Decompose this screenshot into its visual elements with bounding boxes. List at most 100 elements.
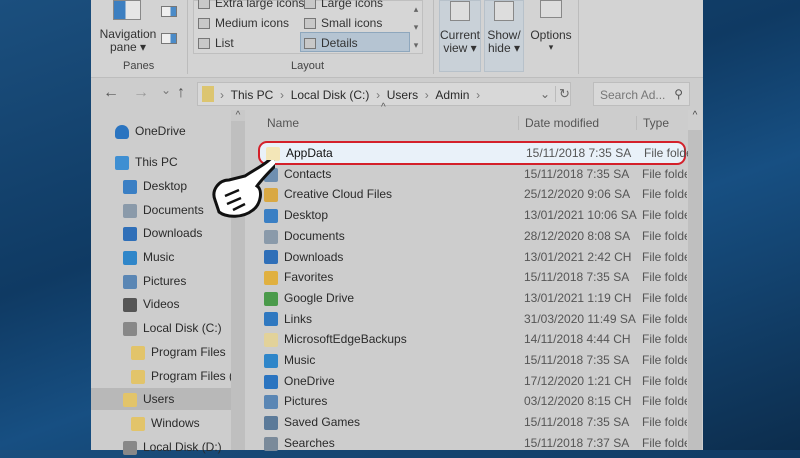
- folder-icon: [264, 436, 278, 451]
- crumb-users[interactable]: Users: [387, 88, 418, 102]
- preview-pane-icon[interactable]: [161, 6, 177, 17]
- file-row[interactable]: Saved Games 15/11/2018 7:35 SA File folder: [258, 412, 687, 432]
- file-date: 31/03/2020 11:49 SA: [524, 311, 636, 326]
- nav-item-program-files[interactable]: Program Files: [131, 341, 226, 363]
- file-date: 28/12/2020 8:08 SA: [524, 228, 631, 243]
- folder-icon: [131, 416, 145, 431]
- address-dropdown[interactable]: ⌄: [540, 87, 550, 101]
- layout-details[interactable]: Details: [304, 36, 358, 50]
- file-name: Links: [264, 309, 312, 329]
- details-pane-icon[interactable]: [161, 33, 177, 44]
- file-row[interactable]: Downloads 13/01/2021 2:42 CH File folder: [258, 247, 687, 267]
- nav-item-documents[interactable]: Documents: [123, 199, 204, 221]
- breadcrumb: › This PC › Local Disk (C:) › Users › Ad…: [220, 88, 481, 102]
- file-name: Google Drive: [264, 288, 354, 308]
- options-button[interactable]: Options ▾: [527, 0, 575, 72]
- file-name: AppData: [266, 143, 333, 163]
- crumb-this-pc[interactable]: This PC: [231, 88, 274, 102]
- crumb-admin[interactable]: Admin: [435, 88, 469, 102]
- ribbon-view: Navigation pane ▾ Panes Extra large icon…: [91, 0, 703, 78]
- nav-item-videos[interactable]: Videos: [123, 293, 179, 315]
- file-row[interactable]: Desktop13/01/2021 10:06 SAFile folder: [258, 205, 687, 225]
- file-type: File folder: [642, 187, 687, 202]
- nav-item-program-files[interactable]: Program Files (: [131, 365, 233, 387]
- file-row[interactable]: Google Drive 13/01/2021 1:19 CH File folde…: [258, 288, 687, 308]
- column-header-date-modified[interactable]: Date modified: [518, 116, 599, 130]
- layout-small-icons[interactable]: Small icons: [304, 16, 382, 30]
- file-name: Pictures: [264, 391, 327, 411]
- file-type: File folder: [642, 249, 687, 264]
- drive-icon: [123, 440, 137, 455]
- search-input[interactable]: Search Ad... ⚲: [593, 82, 690, 106]
- nav-item-label: Local Disk (D:): [143, 440, 222, 454]
- folder-icon: [264, 291, 278, 306]
- nav-item-local-disk-d[interactable]: Local Disk (D:): [123, 436, 222, 458]
- file-name: Creative Cloud Files: [264, 184, 392, 204]
- file-type: File folder: [642, 394, 687, 409]
- file-name: Documents: [264, 226, 345, 246]
- file-row[interactable]: Music 15/11/2018 7:35 SA File folder: [258, 350, 687, 370]
- nav-item-this-pc[interactable]: This PC: [115, 151, 178, 173]
- file-row[interactable]: Documents 28/12/2020 8:08 SA File folder: [258, 226, 687, 246]
- nav-item-pictures[interactable]: Pictures: [123, 270, 186, 292]
- show-hide-button[interactable]: Show/ hide ▾: [484, 0, 524, 72]
- file-row-appdata-highlighted[interactable]: AppData 15/11/2018 7:35 SA File folder: [258, 141, 689, 165]
- column-header-type[interactable]: Type: [636, 116, 669, 130]
- sort-by-icon: [450, 1, 470, 21]
- file-row[interactable]: Contacts15/11/2018 7:35 SAFile folder: [258, 164, 687, 184]
- file-date: 13/01/2021 2:42 CH: [524, 249, 632, 264]
- file-type: File folder: [642, 290, 687, 305]
- file-name: Music: [264, 350, 315, 370]
- videos-icon: [123, 297, 137, 312]
- show-hide-icon: [494, 1, 514, 21]
- folder-icon: [264, 395, 278, 410]
- nav-item-onedrive[interactable]: OneDrive: [115, 120, 186, 142]
- file-date: 15/11/2018 7:35 SA: [524, 415, 630, 430]
- file-name: Saved Games: [264, 412, 360, 432]
- file-date: 15/11/2018 7:35 SA: [524, 270, 630, 285]
- current-view-button[interactable]: Current view ▾: [439, 0, 481, 72]
- navigation-pane-icon: [113, 0, 141, 20]
- nav-item-users[interactable]: Users: [91, 388, 231, 410]
- nav-item-downloads[interactable]: Downloads: [123, 222, 202, 244]
- file-date: 14/11/2018 4:44 CH: [524, 332, 631, 347]
- nav-item-label: This PC: [135, 155, 178, 169]
- nav-item-local-disk-c[interactable]: Local Disk (C:): [123, 317, 222, 339]
- file-row[interactable]: Links 31/03/2020 11:49 SA File folder: [258, 309, 687, 329]
- file-type: File folder: [642, 208, 687, 223]
- layout-large-icons[interactable]: Large icons: [304, 0, 383, 10]
- file-row[interactable]: OneDrive 17/12/2020 1:21 CH File folder: [258, 371, 687, 391]
- layout-list[interactable]: List: [198, 36, 234, 50]
- file-explorer-window: Navigation pane ▾ Panes Extra large icon…: [91, 0, 703, 455]
- file-list-scrollbar[interactable]: ^: [688, 110, 702, 450]
- column-header-name[interactable]: Name: [267, 116, 299, 130]
- nav-item-music[interactable]: Music: [123, 246, 174, 268]
- file-row[interactable]: Creative Cloud Files 25/12/2020 9:06 SA Fi…: [258, 184, 687, 204]
- file-type: File folder: [644, 146, 689, 160]
- file-row[interactable]: Favorites 15/11/2018 7:35 SA File folder: [258, 267, 687, 287]
- folder-icon: [264, 374, 278, 389]
- layout-extra-large-icons[interactable]: Extra large icons: [198, 0, 304, 10]
- layout-medium-icons[interactable]: Medium icons: [198, 16, 289, 30]
- refresh-button[interactable]: ↻: [555, 86, 570, 102]
- recent-locations-button[interactable]: ⌄: [161, 83, 171, 97]
- file-row[interactable]: MicrosoftEdgeBackups 14/11/2018 4:44 CH Fi…: [258, 329, 687, 349]
- up-button[interactable]: ↑: [177, 84, 185, 102]
- file-date: 13/01/2021 10:06 SA: [524, 208, 637, 223]
- gallery-scroll[interactable]: ▴ ▾ ▾: [409, 0, 423, 54]
- folder-icon: [264, 312, 278, 327]
- folder-icon: [131, 369, 145, 384]
- nav-item-label: Pictures: [143, 274, 187, 288]
- download-icon: [123, 226, 137, 241]
- nav-item-label: Program Files (: [151, 369, 234, 383]
- nav-item-label: Windows: [151, 416, 200, 430]
- file-row[interactable]: Pictures 03/12/2020 8:15 CH File folder: [258, 391, 687, 411]
- navigation-pane-button[interactable]: Navigation pane ▾: [99, 28, 157, 54]
- forward-button[interactable]: →: [133, 84, 149, 102]
- crumb-local-disk-c[interactable]: Local Disk (C:): [291, 88, 370, 102]
- nav-item-desktop[interactable]: Desktop: [123, 175, 187, 197]
- file-date: 03/12/2020 8:15 CH: [524, 394, 632, 409]
- nav-item-windows[interactable]: Windows: [131, 412, 200, 434]
- file-type: File folder: [642, 415, 687, 430]
- back-button[interactable]: ←: [103, 84, 119, 102]
